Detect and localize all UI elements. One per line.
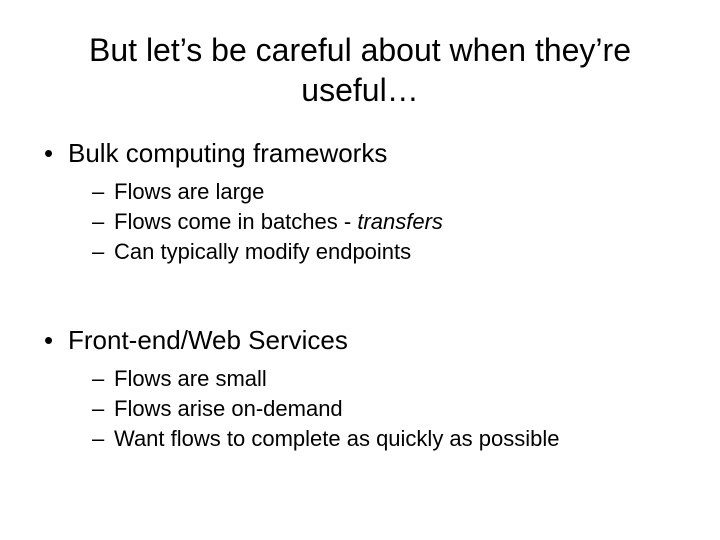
bullet-level2: Can typically modify endpoints	[40, 239, 680, 265]
bullet-emphasis: transfers	[357, 209, 443, 234]
bullet-level1: Bulk computing frameworks	[40, 138, 680, 169]
bullet-level2: Flows are small	[40, 366, 680, 392]
spacer	[40, 269, 680, 311]
slide: But let’s be careful about when they’re …	[0, 0, 720, 540]
bullet-level2: Flows arise on-demand	[40, 396, 680, 422]
bullet-text: Flows arise on-demand	[114, 396, 343, 421]
bullet-text: Flows are large	[114, 179, 264, 204]
bullet-level2: Want flows to complete as quickly as pos…	[40, 426, 680, 452]
bullet-level2: Flows are large	[40, 179, 680, 205]
slide-title: But let’s be careful about when they’re …	[80, 30, 640, 110]
bullet-level2: Flows come in batches - transfers	[40, 209, 680, 235]
bullet-level1: Front-end/Web Services	[40, 325, 680, 356]
bullet-text: Flows come in batches -	[114, 209, 357, 234]
bullet-text: Can typically modify endpoints	[114, 239, 411, 264]
bullet-text: Want flows to complete as quickly as pos…	[114, 426, 560, 451]
bullet-text: Flows are small	[114, 366, 267, 391]
